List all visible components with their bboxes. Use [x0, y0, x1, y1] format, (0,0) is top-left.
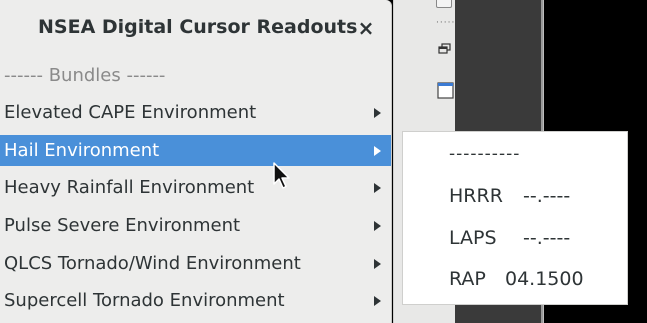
- menu-item-pulse-severe[interactable]: Pulse Severe Environment: [0, 210, 391, 241]
- readout-value: --.----: [523, 227, 571, 249]
- close-icon[interactable]: ×: [352, 14, 380, 42]
- menu-item-label: QLCS Tornado/Wind Environment: [4, 253, 301, 274]
- toolbar-top-button[interactable]: [436, 0, 452, 8]
- submenu-separator: ----------: [449, 144, 521, 164]
- model-label: RAP: [449, 268, 486, 290]
- readout-value: 04.1500: [505, 268, 584, 290]
- menu-item-elevated-cape[interactable]: Elevated CAPE Environment: [0, 97, 391, 128]
- cursor-readouts-menu: NSEA Digital Cursor Readouts × ------ Bu…: [0, 0, 392, 323]
- restore-window-icon[interactable]: [437, 42, 453, 56]
- chevron-right-icon: [374, 259, 381, 269]
- bundles-header-label: ------ Bundles ------: [4, 65, 166, 86]
- window-icon[interactable]: [437, 82, 454, 99]
- hail-submenu: ---------- HRRR --.---- LAPS --.---- RAP…: [402, 131, 628, 305]
- menu-title: NSEA Digital Cursor Readouts: [38, 16, 358, 38]
- mouse-cursor-icon: [273, 162, 290, 189]
- menu-item-hail[interactable]: Hail Environment: [0, 135, 391, 166]
- chevron-right-icon: [374, 183, 381, 193]
- menu-title-bar: NSEA Digital Cursor Readouts ×: [0, 0, 391, 56]
- toolbar-dots: ·····: [436, 18, 456, 28]
- menu-item-heavy-rainfall[interactable]: Heavy Rainfall Environment: [0, 172, 391, 203]
- readout-value: --.----: [523, 185, 571, 207]
- menu-item-label: Supercell Tornado Environment: [4, 290, 285, 311]
- model-label: LAPS: [449, 227, 497, 249]
- menu-item-label: Heavy Rainfall Environment: [4, 177, 255, 198]
- menu-item-supercell-tornado[interactable]: Supercell Tornado Environment: [0, 285, 391, 316]
- screen: ····· NSEA Digital Cursor Readouts × ---…: [0, 0, 647, 323]
- submenu-item-laps[interactable]: LAPS --.----: [449, 227, 629, 257]
- chevron-right-icon: [374, 108, 381, 118]
- menu-item-label: Hail Environment: [4, 140, 160, 161]
- menu-item-label: Pulse Severe Environment: [4, 215, 241, 236]
- menu-item-label: Elevated CAPE Environment: [4, 102, 257, 123]
- submenu-item-rap[interactable]: RAP 04.1500: [449, 268, 629, 298]
- chevron-right-icon: [374, 146, 381, 156]
- menu-item-qlcs-tornado-wind[interactable]: QLCS Tornado/Wind Environment: [0, 248, 391, 279]
- toolbar-divider: [393, 0, 394, 323]
- model-label: HRRR: [449, 185, 503, 207]
- submenu-item-hrrr[interactable]: HRRR --.----: [449, 185, 629, 215]
- chevron-right-icon: [374, 221, 381, 231]
- chevron-right-icon: [374, 296, 381, 306]
- bundles-header: ------ Bundles ------: [0, 60, 391, 91]
